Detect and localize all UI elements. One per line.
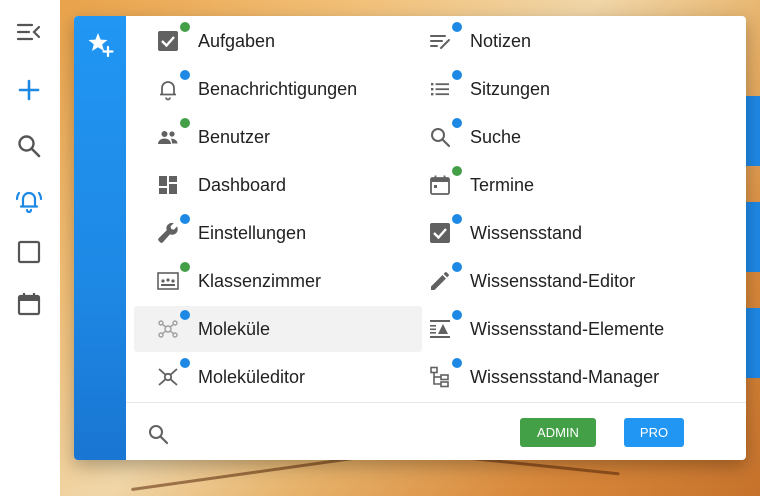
menu-item-suche[interactable]: Suche [406, 114, 726, 160]
quick-menu-popup: Aufgaben Benachrichtigungen Benutzer Das… [74, 16, 746, 460]
calendar-icon[interactable] [13, 288, 45, 320]
menu-item-label: Moleküleditor [198, 367, 306, 387]
list-icon [428, 77, 452, 101]
menu-item-molekuele[interactable]: Moleküle [134, 306, 422, 352]
search-icon[interactable] [146, 422, 170, 446]
add-icon[interactable] [13, 74, 45, 106]
menu-item-label: Klassenzimmer [198, 271, 322, 291]
menu-item-label: Suche [470, 127, 522, 147]
status-dot [452, 166, 462, 176]
menu-item-label: Dashboard [198, 175, 287, 195]
menu-item-label: Benutzer [198, 127, 271, 147]
popup-sidebar [74, 16, 126, 460]
menu-item-label: Wissensstand-Editor [470, 271, 636, 291]
menu-item-label: Einstellungen [198, 223, 307, 243]
menu-item-klassenzimmer[interactable]: Klassenzimmer [134, 258, 422, 304]
bell-icon [156, 77, 180, 101]
checkbox-icon [428, 221, 452, 245]
menu-item-label: Benachrichtigungen [198, 79, 358, 99]
menu-item-termine[interactable]: Termine [406, 162, 726, 208]
status-dot [180, 22, 190, 32]
menu-item-label: Notizen [470, 31, 532, 51]
menu-item-wissensstand[interactable]: Wissensstand [406, 210, 726, 256]
menu-item-label: Moleküle [198, 319, 271, 339]
checkbox-icon [156, 29, 180, 53]
menu-item-einstellungen[interactable]: Einstellungen [134, 210, 422, 256]
menu-item-wissensstand-elemente[interactable]: Wissensstand-Elemente [406, 306, 726, 352]
admin-button[interactable]: ADMIN [520, 418, 596, 447]
wrench-icon [156, 221, 180, 245]
menu-item-dashboard[interactable]: Dashboard [134, 162, 422, 208]
status-dot [180, 70, 190, 80]
sitemap-icon [428, 365, 452, 389]
menu-item-wissensstand-editor[interactable]: Wissensstand-Editor [406, 258, 726, 304]
status-dot [180, 214, 190, 224]
status-dot [180, 118, 190, 128]
menu-collapse-icon[interactable] [13, 16, 45, 48]
users-icon [156, 125, 180, 149]
pro-button[interactable]: PRO [624, 418, 684, 447]
menu-item-label: Termine [470, 175, 535, 195]
menu-item-benachrichtigungen[interactable]: Benachrichtigungen [134, 66, 422, 112]
menu-item-benutzer[interactable]: Benutzer [134, 114, 422, 160]
menu-item-label: Wissensstand-Manager [470, 367, 660, 387]
dashboard-icon [156, 173, 180, 197]
search-icon [428, 125, 452, 149]
notes-icon [428, 29, 452, 53]
menu-item-sitzungen[interactable]: Sitzungen [406, 66, 726, 112]
menu-item-molekueleditor[interactable]: Moleküleditor [134, 354, 422, 400]
app-grid: Aufgaben Benachrichtigungen Benutzer Das… [134, 18, 742, 404]
popup-footer: ADMIN PRO [126, 402, 746, 460]
pencil-icon [428, 269, 452, 293]
status-dot [452, 358, 462, 368]
menu-item-label: Wissensstand [470, 223, 583, 243]
status-dot [452, 118, 462, 128]
left-rail [0, 0, 60, 496]
elements-icon [428, 317, 452, 341]
menu-item-label: Sitzungen [470, 79, 551, 99]
molecule-editor-icon [156, 365, 180, 389]
status-dot [452, 262, 462, 272]
menu-item-label: Wissensstand-Elemente [470, 319, 665, 339]
status-dot [452, 70, 462, 80]
search-icon[interactable] [13, 130, 45, 162]
star-add-icon [86, 30, 114, 58]
calendar-icon [428, 173, 452, 197]
status-dot [180, 262, 190, 272]
status-dot [180, 310, 190, 320]
status-dot [452, 22, 462, 32]
menu-item-label: Aufgaben [198, 31, 276, 51]
menu-item-aufgaben[interactable]: Aufgaben [134, 18, 422, 64]
molecule-icon [156, 317, 180, 341]
menu-item-wissensstand-manager[interactable]: Wissensstand-Manager [406, 354, 726, 400]
square-icon[interactable] [13, 236, 45, 268]
status-dot [180, 358, 190, 368]
bell-ring-icon[interactable] [13, 184, 45, 216]
menu-item-notizen[interactable]: Notizen [406, 18, 726, 64]
status-dot [452, 310, 462, 320]
classroom-icon [156, 269, 180, 293]
status-dot [452, 214, 462, 224]
